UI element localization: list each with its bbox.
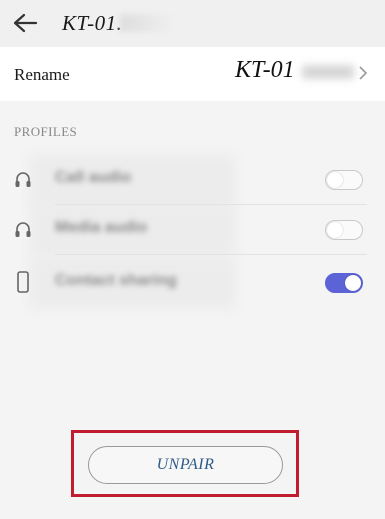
- divider: [55, 254, 367, 255]
- unpair-button[interactable]: UNPAIR: [88, 446, 283, 484]
- unpair-button-label: UNPAIR: [156, 456, 215, 473]
- row-label-container: Media audio: [55, 219, 235, 243]
- chevron-right-icon: [359, 66, 368, 80]
- headphone-icon: [15, 222, 31, 237]
- toggle-knob: [345, 275, 361, 291]
- phone-icon: [17, 271, 29, 293]
- page-title-text: KT-01.: [62, 11, 123, 35]
- toggle-knob: [327, 222, 343, 238]
- headset-icon: [15, 172, 31, 187]
- profile-label-contact-sharing: Contact sharing: [55, 272, 177, 289]
- profile-row-call-audio[interactable]: Call audio: [0, 155, 385, 205]
- rename-label: Rename: [14, 65, 70, 84]
- redacted-suffix-blur: [302, 65, 354, 79]
- toggle-knob: [327, 172, 343, 188]
- call-audio-toggle[interactable]: [325, 170, 363, 190]
- rename-row[interactable]: Rename KT-01: [0, 47, 385, 101]
- page-title: KT-01.: [62, 11, 177, 36]
- top-app-bar: KT-01.: [0, 0, 385, 47]
- redacted-name-blur: [120, 14, 177, 32]
- back-arrow-icon[interactable]: [12, 12, 38, 34]
- profile-row-media-audio[interactable]: Media audio: [0, 205, 385, 255]
- row-label-container: Contact sharing: [55, 272, 235, 296]
- contact-sharing-toggle[interactable]: [325, 273, 363, 293]
- device-name-value: KT-01: [235, 57, 295, 83]
- profiles-section-header: PROFILES: [14, 124, 78, 139]
- media-audio-toggle[interactable]: [325, 220, 363, 240]
- profile-row-contact-sharing[interactable]: Contact sharing: [0, 258, 385, 308]
- profile-label-call-audio: Call audio: [55, 169, 132, 186]
- profile-label-media-audio: Media audio: [55, 219, 148, 236]
- row-label-container: Call audio: [55, 169, 235, 193]
